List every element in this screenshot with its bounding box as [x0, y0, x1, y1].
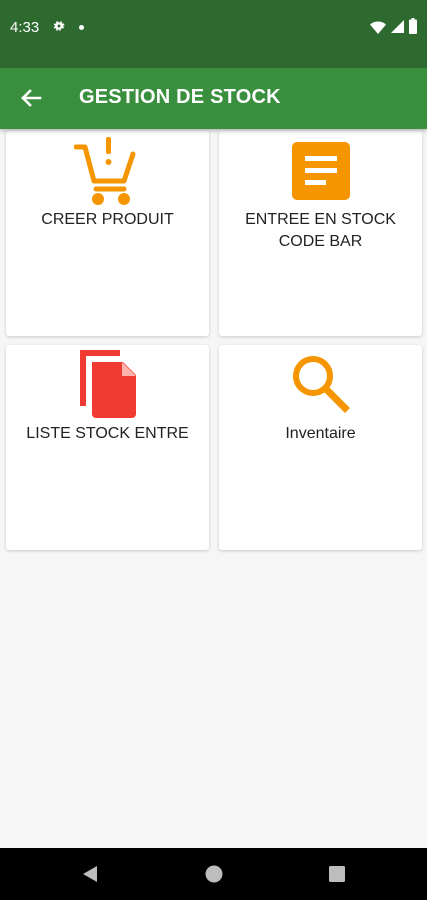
nav-recents-icon[interactable] — [329, 866, 345, 882]
notification-dot-icon — [79, 25, 84, 30]
tile-label: CREER PRODUIT — [6, 209, 209, 231]
battery-icon — [409, 18, 417, 34]
wifi-icon — [370, 21, 386, 34]
settings-gear-icon — [53, 21, 65, 31]
tile-label: LISTE STOCK ENTRE — [6, 423, 209, 445]
status-bar: 4:33 — [0, 0, 427, 68]
tile-label-line: CODE BAR — [278, 233, 363, 250]
cell-signal-icon — [391, 20, 404, 33]
status-time: 4:33 — [10, 19, 40, 36]
app-bar: GESTION DE STOCK — [0, 68, 427, 129]
tile-entree-en-stock-code-bar[interactable]: ENTREE EN STOCK CODE BAR — [219, 131, 422, 336]
system-navigation-bar — [0, 848, 427, 900]
back-arrow-icon[interactable] — [16, 83, 46, 113]
tile-label-line: ENTREE EN STOCK — [245, 211, 396, 228]
document-lines-icon — [292, 142, 350, 200]
copy-file-icon — [80, 350, 136, 418]
tile-label: ENTREE EN STOCK CODE BAR — [219, 209, 422, 253]
tile-liste-stock-entre[interactable]: LISTE STOCK ENTRE — [6, 345, 209, 550]
tile-label: Inventaire — [219, 423, 422, 445]
tile-label-line: Inventaire — [285, 425, 356, 442]
tile-label-line: CREER PRODUIT — [41, 211, 174, 228]
nav-back-icon[interactable] — [81, 865, 99, 883]
tile-label-line: LISTE STOCK ENTRE — [26, 425, 189, 442]
cart-alert-icon — [74, 137, 136, 205]
nav-home-icon[interactable] — [205, 865, 223, 883]
tile-inventaire[interactable]: Inventaire — [219, 345, 422, 550]
page-title: GESTION DE STOCK — [79, 86, 281, 108]
tile-creer-produit[interactable]: CREER PRODUIT — [6, 131, 209, 336]
search-icon — [293, 356, 350, 413]
